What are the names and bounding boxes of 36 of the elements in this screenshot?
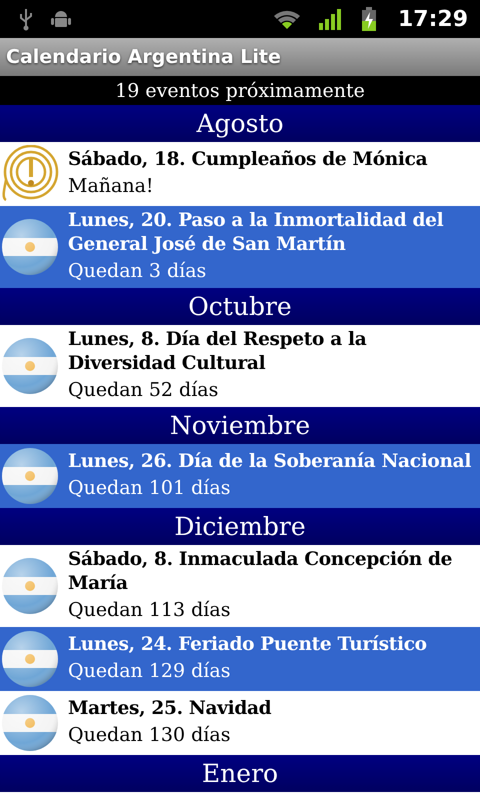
month-header: Noviembre	[0, 407, 480, 444]
flag-icon	[1, 557, 59, 615]
event-title: Sábado, 18. Cumpleaños de Mónica	[68, 148, 428, 172]
usb-icon	[18, 7, 34, 31]
flag-icon	[1, 218, 59, 276]
event-countdown: Quedan 129 días	[68, 659, 230, 684]
flag-icon	[1, 694, 59, 752]
event-row[interactable]: Lunes, 20. Paso a la Inmortalidad del General José de San Martín Quedan 3 días	[0, 206, 480, 288]
event-row[interactable]: Lunes, 26. Día de la Soberanía Nacional Quedan 101 días	[0, 444, 480, 508]
events-count: 19 eventos próximamente	[115, 80, 365, 102]
event-title: Lunes, 20. Paso a la Inmortalidad del General José de San Martín	[68, 209, 444, 257]
event-countdown: Quedan 113 días	[68, 598, 230, 623]
event-countdown: Quedan 52 días	[68, 378, 218, 403]
event-countdown: Quedan 130 días	[68, 723, 230, 748]
flag-icon	[1, 447, 59, 505]
event-countdown: Quedan 101 días	[68, 476, 230, 501]
event-title: Lunes, 8. Día del Respeto a la Diversidad Cultural	[68, 328, 368, 376]
event-countdown: Quedan 3 días	[68, 259, 206, 284]
battery-icon	[360, 6, 378, 32]
window-title: Calendario Argentina Lite	[6, 46, 281, 68]
month-header: Diciembre	[0, 508, 480, 545]
event-row[interactable]: Lunes, 24. Feriado Puente Turístico Quedan 129 días	[0, 627, 480, 691]
clock: 17:29	[398, 6, 468, 32]
event-title: Lunes, 26. Día de la Soberanía Nacional	[68, 450, 472, 474]
month-header: Octubre	[0, 288, 480, 325]
event-title: Martes, 25. Navidad	[68, 697, 272, 721]
flag-icon	[1, 337, 59, 395]
event-title: Lunes, 24. Feriado Puente Turístico	[68, 633, 427, 657]
flag-icon	[1, 630, 59, 688]
spiral-icon	[1, 145, 59, 203]
android-icon	[50, 8, 72, 30]
event-title: Sábado, 8. Inmaculada Concepción de María	[68, 548, 454, 596]
month-header: Enero	[0, 755, 480, 792]
event-countdown: Mañana!	[68, 174, 154, 199]
signal-icon	[318, 7, 344, 31]
month-header: Agosto	[0, 105, 480, 142]
